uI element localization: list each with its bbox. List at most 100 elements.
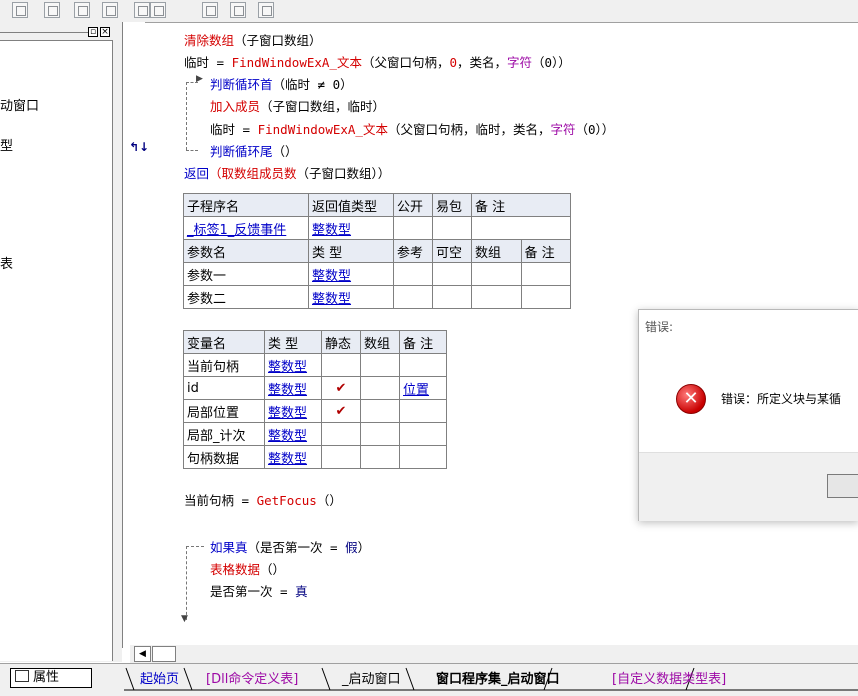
note-cell[interactable]: [471, 216, 571, 240]
param-name-cell[interactable]: 参数一: [183, 262, 309, 286]
var-array-cell[interactable]: [360, 399, 400, 423]
param-note-cell[interactable]: [520, 262, 571, 286]
col-var-note: 备 注: [399, 330, 447, 354]
left-panel: ▫ × 动窗口 型 表: [0, 22, 122, 662]
var-type-cell[interactable]: 整数型: [264, 399, 322, 423]
var-note-cell[interactable]: [399, 399, 447, 423]
param-note-cell[interactable]: [520, 285, 571, 309]
var-note-cell[interactable]: [399, 422, 447, 446]
code-line-loop-start[interactable]: 判断循环首（临时 ≠ 0）: [210, 74, 353, 93]
tab-start-page[interactable]: 起始页: [140, 670, 179, 690]
param-nullable-cell[interactable]: [432, 262, 472, 286]
scroll-left-icon[interactable]: ◀: [134, 646, 151, 662]
tab-custom-types[interactable]: [自定义数据类型表]: [612, 670, 726, 690]
align-top-icon[interactable]: [74, 2, 90, 18]
sub-name-cell[interactable]: _标签1_反馈事件: [183, 216, 309, 240]
var-static-cell[interactable]: [321, 353, 361, 377]
lhs-is-first: 是否第一次: [210, 584, 273, 599]
var-type-cell[interactable]: 整数型: [264, 353, 322, 377]
tab-start-window[interactable]: _启动窗口: [342, 670, 401, 690]
space-vertical-icon[interactable]: [150, 2, 166, 18]
var-name-cell[interactable]: 局部_计次: [183, 422, 265, 446]
var-type-cell[interactable]: 整数型: [264, 422, 322, 446]
align-grid-icon[interactable]: [12, 2, 28, 18]
code-line-return[interactable]: 返回（取数组成员数（子窗口数组））: [184, 163, 390, 182]
clear-array-fn: 清除数组: [184, 33, 235, 48]
var-type-cell[interactable]: 整数型: [264, 376, 322, 400]
param-array-cell[interactable]: [471, 285, 522, 309]
var-name-cell[interactable]: id: [183, 376, 265, 400]
var-static-cell[interactable]: ✔: [321, 399, 361, 423]
easy-pack-cell[interactable]: [432, 216, 472, 240]
align-center-icon[interactable]: [44, 2, 60, 18]
code-line-find-window[interactable]: 临时 = FindWindowExA_文本（父窗口句柄，0，类名，字符（0））: [184, 52, 571, 71]
if-true-kw: 如果真: [210, 540, 248, 555]
var-type-cell[interactable]: 整数型: [264, 445, 322, 469]
param-type-cell[interactable]: 整数型: [308, 262, 394, 286]
col-var-name: 变量名: [183, 330, 265, 354]
var-name-cell[interactable]: 句柄数据: [183, 445, 265, 469]
scroll-thumb[interactable]: [152, 646, 176, 662]
param-array-cell[interactable]: [471, 262, 522, 286]
code-line-add-member[interactable]: 加入成员（子窗口数组，临时）: [210, 96, 385, 115]
align-bottom-icon[interactable]: [102, 2, 118, 18]
table-row[interactable]: 句柄数据 整数型: [183, 445, 447, 469]
tree-item-start-window[interactable]: 动窗口: [0, 95, 39, 114]
close-panel-button[interactable]: ×: [100, 27, 110, 37]
array-count-fn: （取数组成员数: [209, 166, 297, 181]
table-row[interactable]: 局部位置 整数型 ✔: [183, 399, 447, 423]
zero-const: 0: [449, 55, 457, 70]
var-array-cell[interactable]: [360, 353, 400, 377]
args-c-2: （0））: [575, 122, 615, 137]
var-note-cell[interactable]: [399, 445, 447, 469]
var-array-cell[interactable]: [360, 445, 400, 469]
var-array-cell[interactable]: [360, 376, 400, 400]
param-name-cell[interactable]: 参数二: [183, 285, 309, 309]
get-focus-fn: GetFocus: [256, 493, 317, 508]
tab-window-assembly[interactable]: 窗口程序集_启动窗口: [436, 670, 560, 690]
public-cell[interactable]: [393, 216, 433, 240]
col-return-type: 返回值类型: [308, 193, 394, 217]
param-ref-cell[interactable]: [393, 262, 433, 286]
restore-button[interactable]: ▫: [88, 27, 98, 37]
table-row[interactable]: id 整数型 ✔ 位置: [183, 376, 447, 400]
same-size-icon[interactable]: [258, 2, 274, 18]
var-note-cell[interactable]: 位置: [399, 376, 447, 400]
dialog-title: 错误:: [645, 320, 674, 334]
tree-item-table[interactable]: 表: [0, 253, 13, 272]
table-row[interactable]: 当前句柄 整数型: [183, 353, 447, 377]
var-array-cell[interactable]: [360, 422, 400, 446]
tab-dll-commands[interactable]: [Dll命令定义表]: [206, 670, 298, 690]
var-static-cell[interactable]: [321, 445, 361, 469]
var-name-cell[interactable]: 当前句柄: [183, 353, 265, 377]
param-nullable-cell[interactable]: [432, 285, 472, 309]
same-width-icon[interactable]: [202, 2, 218, 18]
add-member-args: （子窗口数组，临时）: [260, 99, 386, 114]
args-b: ，类名，: [457, 55, 508, 70]
space-horizontal-icon[interactable]: [134, 2, 150, 18]
col-param-ref: 参考: [393, 239, 433, 263]
ok-button[interactable]: [827, 474, 858, 498]
tree-item-type[interactable]: 型: [0, 135, 13, 154]
code-line-if-true[interactable]: 如果真（是否第一次 = 假）: [210, 537, 370, 556]
assign-op-4: =: [272, 584, 296, 599]
clear-array-args: （子窗口数组）: [234, 33, 322, 48]
var-note-cell[interactable]: [399, 353, 447, 377]
code-line-find-window-next[interactable]: 临时 = FindWindowExA_文本（父窗口句柄，临时，类名，字符（0））: [210, 119, 614, 138]
param-type-cell[interactable]: 整数型: [308, 285, 394, 309]
return-type-cell[interactable]: 整数型: [308, 216, 394, 240]
var-name-cell[interactable]: 局部位置: [183, 399, 265, 423]
properties-button[interactable]: 属性: [10, 668, 92, 688]
table-row[interactable]: 局部_计次 整数型: [183, 422, 447, 446]
code-line-set-first[interactable]: 是否第一次 = 真: [210, 581, 308, 600]
variable-table: 变量名 类 型 静态 数组 备 注 当前句柄 整数型 id 整数型 ✔ 位置 局…: [183, 330, 447, 469]
code-line-clear-array[interactable]: 清除数组（子窗口数组）: [184, 30, 322, 49]
code-line-table-data[interactable]: 表格数据（）: [210, 559, 285, 578]
var-static-cell[interactable]: ✔: [321, 376, 361, 400]
param-ref-cell[interactable]: [393, 285, 433, 309]
same-height-icon[interactable]: [230, 2, 246, 18]
code-line-loop-end[interactable]: 判断循环尾（）: [210, 141, 298, 160]
var-static-cell[interactable]: [321, 422, 361, 446]
horizontal-scrollbar[interactable]: ◀: [130, 645, 858, 663]
code-line-get-focus[interactable]: 当前句柄 = GetFocus（）: [184, 490, 342, 509]
